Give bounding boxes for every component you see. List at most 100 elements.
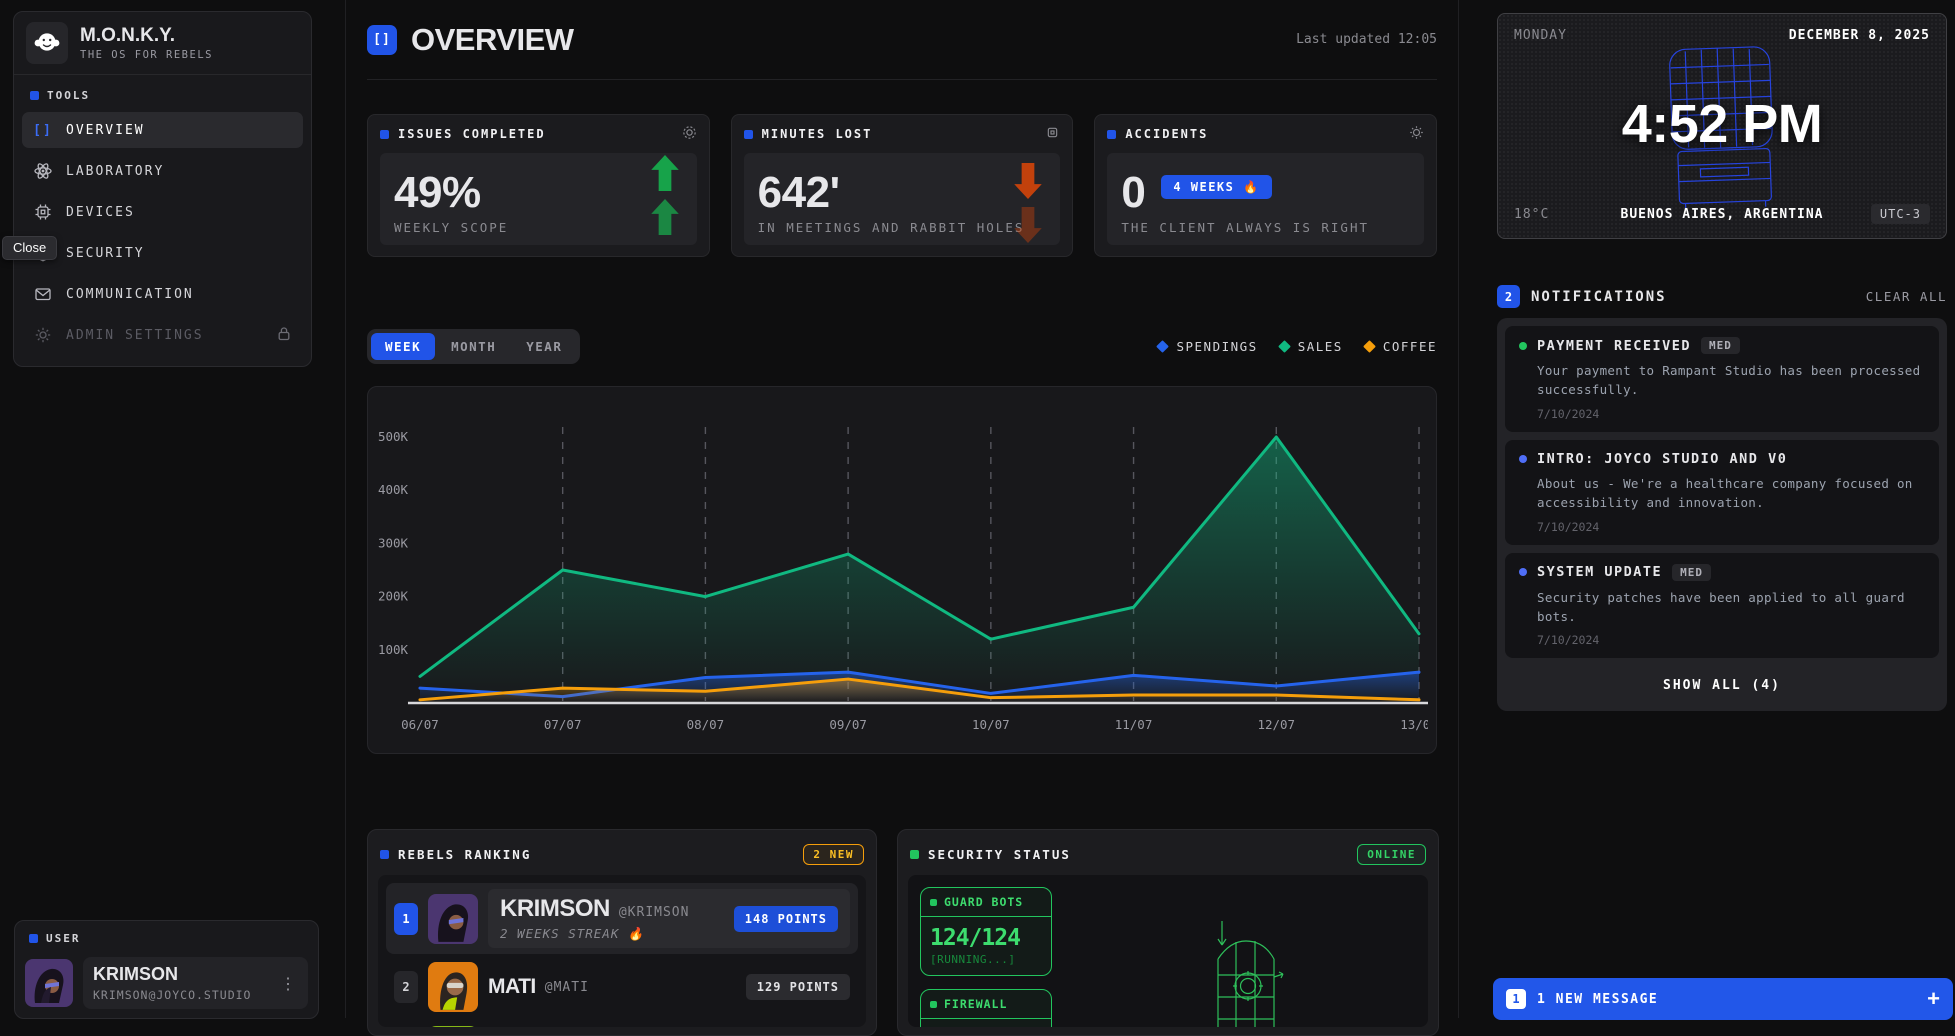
legend-spendings[interactable]: SPENDINGS <box>1158 339 1257 354</box>
notification-item-payment[interactable]: PAYMENT RECEIVED MED Your payment to Ram… <box>1505 326 1939 432</box>
legend-sales[interactable]: SALES <box>1280 339 1343 354</box>
rebel-handle: @KRIMSON <box>619 905 690 920</box>
svg-text:12/07: 12/07 <box>1257 717 1295 732</box>
notification-title: INTRO: JOYCO STUDIO AND V0 <box>1537 451 1787 467</box>
lock-icon <box>277 326 291 345</box>
sidebar-item-devices[interactable]: DEVICES <box>22 194 303 230</box>
user-name: KRIMSON <box>93 964 251 985</box>
notification-description: Your payment to Rampant Studio has been … <box>1537 361 1925 400</box>
notification-item-system-update[interactable]: SYSTEM UPDATE MED Security patches have … <box>1505 553 1939 659</box>
atom-icon <box>34 162 52 180</box>
svg-text:500K: 500K <box>378 429 409 444</box>
notifications-panel: PAYMENT RECEIVED MED Your payment to Ram… <box>1497 318 1947 711</box>
message-count-badge: 1 <box>1506 989 1526 1009</box>
date-label: DECEMBER 8, 2025 <box>1789 28 1930 43</box>
sidebar-item-laboratory[interactable]: LABORATORY <box>22 153 303 189</box>
guard-bots-status: [RUNNING...] <box>921 953 1051 975</box>
stat-card-accidents: ACCIDENTS 04 WEEKS 🔥 THE CLIENT ALWAYS I… <box>1094 114 1437 257</box>
gear-icon <box>34 326 52 344</box>
green-dot-icon <box>930 899 937 906</box>
ranking-row-2[interactable]: 2 MATI @MATI 129 POINTS <box>386 954 858 1018</box>
plus-icon[interactable]: + <box>1927 986 1940 1012</box>
guard-bots-label: GUARD BOTS <box>944 895 1023 909</box>
green-dot-icon <box>930 1001 937 1008</box>
mail-icon <box>34 285 52 303</box>
rebel-handle: @MATI <box>545 980 589 995</box>
points-badge: 129 POINTS <box>746 974 850 1000</box>
ranking-row-3[interactable]: 3 REX 108 POINTS <box>386 1018 858 1027</box>
stat-caption: IN MEETINGS AND RABBIT HOLES <box>758 220 1047 235</box>
svg-text:200K: 200K <box>378 589 409 604</box>
notification-description: About us - We're a healthcare company fo… <box>1537 474 1925 513</box>
status-dot-icon <box>1519 455 1527 463</box>
tab-year[interactable]: YEAR <box>512 333 576 360</box>
svg-text:08/07: 08/07 <box>687 717 725 732</box>
diamond-icon <box>1157 340 1170 353</box>
user-avatar <box>25 959 73 1007</box>
firewall-box: FIREWALL 99.9% <box>920 989 1052 1027</box>
sidebar-item-security[interactable]: SECURITY <box>22 235 303 271</box>
svg-text:11/07: 11/07 <box>1115 717 1153 732</box>
user-panel: USER KRIMSON KRIMSON@JOYCO.STUDIO ⋮ <box>14 920 319 1019</box>
svg-text:100K: 100K <box>378 642 409 657</box>
blue-square-icon <box>744 130 753 139</box>
sun-gear-icon[interactable] <box>1409 125 1424 143</box>
guard-bots-value: 124/124 <box>921 917 1051 953</box>
panel-title: REBELS RANKING <box>398 847 531 862</box>
trend-down-arrows-icon <box>1014 163 1042 243</box>
show-all-button[interactable]: SHOW ALL (4) <box>1505 666 1939 703</box>
weekday-label: MONDAY <box>1514 28 1567 43</box>
range-tabs: WEEK MONTH YEAR <box>367 329 580 364</box>
tab-month[interactable]: MONTH <box>437 333 510 360</box>
sidebar-item-admin-settings[interactable]: ADMIN SETTINGS <box>22 317 303 353</box>
user-card[interactable]: KRIMSON KRIMSON@JOYCO.STUDIO ⋮ <box>83 957 308 1009</box>
bottom-panels: REBELS RANKING 2 NEW 1 <box>367 829 1437 1036</box>
notifications-header: 2 NOTIFICATIONS CLEAR ALL <box>1497 285 1947 308</box>
svg-text:13/07: 13/07 <box>1400 717 1428 732</box>
points-badge: 148 POINTS <box>734 906 838 932</box>
blue-square-icon <box>29 934 38 943</box>
stat-caption: WEEKLY SCOPE <box>394 220 683 235</box>
main-content: [] OVERVIEW Last updated 12:05 ISSUES CO… <box>345 0 1459 1018</box>
diamond-icon <box>1363 340 1376 353</box>
blue-square-icon <box>380 130 389 139</box>
app-subtitle: THE OS FOR REBELS <box>80 49 213 61</box>
utc-offset-badge: UTC-3 <box>1871 204 1930 224</box>
user-email: KRIMSON@JOYCO.STUDIO <box>93 988 251 1002</box>
avatar <box>428 962 478 1012</box>
chip-icon[interactable] <box>1045 125 1060 143</box>
stat-caption: THE CLIENT ALWAYS IS RIGHT <box>1121 220 1410 235</box>
status-dot-icon <box>1519 342 1527 350</box>
notification-item-intro[interactable]: INTRO: JOYCO STUDIO AND V0 About us - We… <box>1505 440 1939 545</box>
stat-card-issues-completed: ISSUES COMPLETED 49% WEEKLY SCOPE <box>367 114 710 257</box>
stat-title: MINUTES LOST <box>762 127 873 141</box>
notification-description: Security patches have been applied to al… <box>1537 588 1925 627</box>
avatar <box>428 894 478 944</box>
legend-coffee[interactable]: COFFEE <box>1365 339 1437 354</box>
tools-section-label: TOOLS <box>22 83 303 112</box>
overview-brackets-icon: [] <box>367 25 397 55</box>
location-label: BUENOS AIRES, ARGENTINA <box>1620 207 1823 222</box>
online-badge: ONLINE <box>1357 844 1426 865</box>
clear-all-button[interactable]: CLEAR ALL <box>1866 289 1947 304</box>
ranking-row-1[interactable]: 1 KRIMSON @KRIMSON <box>386 883 858 954</box>
notifications-title: NOTIFICATIONS <box>1531 289 1667 305</box>
stat-value: 49% <box>394 172 683 214</box>
close-tooltip: Close <box>2 236 57 260</box>
guard-bot-wireframe <box>1208 915 1288 1027</box>
svg-text:07/07: 07/07 <box>544 717 582 732</box>
rebel-name: KRIMSON <box>500 895 610 923</box>
new-message-bar[interactable]: 1 1 NEW MESSAGE + <box>1493 978 1953 1020</box>
stat-value: 642' <box>758 172 1047 214</box>
svg-text:06/07: 06/07 <box>401 717 439 732</box>
tab-week[interactable]: WEEK <box>371 333 435 360</box>
sidebar-item-overview[interactable]: [] OVERVIEW <box>22 112 303 148</box>
svg-text:10/07: 10/07 <box>972 717 1010 732</box>
svg-text:400K: 400K <box>378 482 409 497</box>
chip-icon <box>34 203 52 221</box>
security-readouts: GUARD BOTS 124/124 [RUNNING...] FIREWALL… <box>908 875 1428 1027</box>
kebab-menu-icon[interactable]: ⋮ <box>278 974 298 993</box>
diamond-icon <box>1278 340 1291 353</box>
gear-icon[interactable] <box>682 125 697 143</box>
sidebar-item-communication[interactable]: COMMUNICATION <box>22 276 303 312</box>
